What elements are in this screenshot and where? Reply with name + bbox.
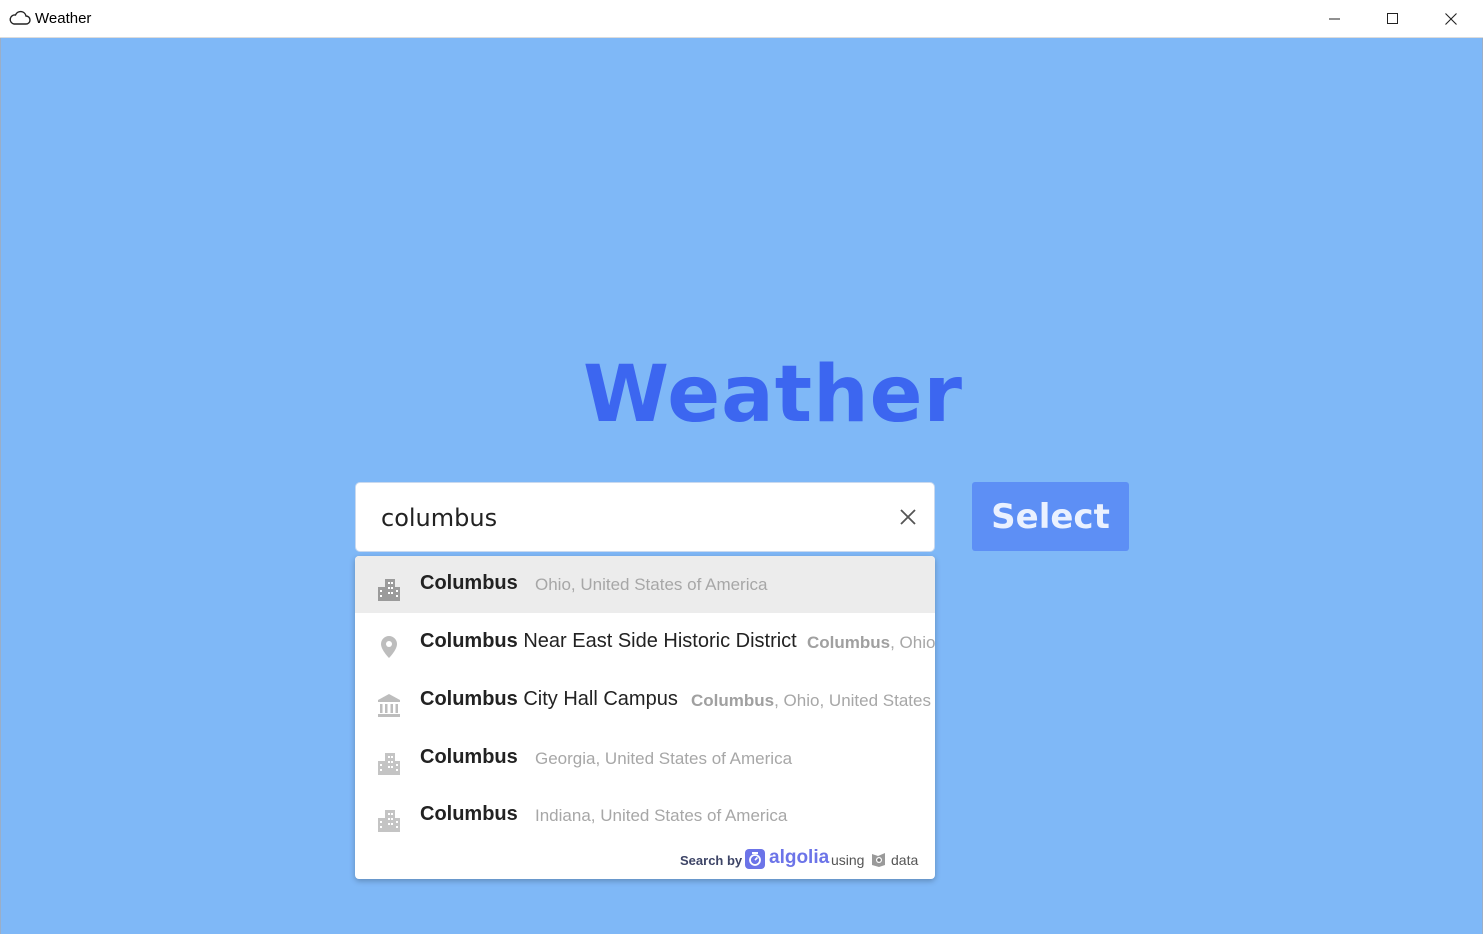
close-icon <box>900 509 916 525</box>
title-bar: Weather <box>0 0 1483 38</box>
suggestion-label: Columbus <box>420 803 518 825</box>
suggestion-detail: Ohio, United States of America <box>535 575 768 594</box>
data-label: data <box>891 852 919 868</box>
suggestions-dropdown: Columbus Ohio, United States of America … <box>355 556 935 879</box>
city-icon <box>378 753 400 775</box>
using-label: using <box>831 852 865 868</box>
suggestion-label: Columbus <box>420 746 518 768</box>
suggestion-label: Columbus Near East Side Historic Distric… <box>420 630 797 652</box>
maximize-icon <box>1387 13 1398 24</box>
weather-logo: Weather <box>583 350 963 440</box>
search-box <box>355 482 935 552</box>
openstreetmap-icon <box>872 853 885 867</box>
suggestion-label: Columbus City Hall Campus <box>420 688 678 710</box>
city-icon <box>378 810 400 832</box>
close-window-button[interactable] <box>1422 0 1480 38</box>
suggestion-item[interactable]: Columbus Ohio, United States of America <box>355 556 935 613</box>
city-icon <box>378 579 400 601</box>
suggestion-detail: Indiana, United States of America <box>535 806 788 825</box>
close-icon <box>1445 13 1457 25</box>
suggestion-detail: Columbus, Ohio, United States <box>691 691 931 710</box>
algolia-logo-icon <box>745 849 765 869</box>
maximize-button[interactable] <box>1364 0 1422 38</box>
search-by-label: Search by <box>680 853 743 868</box>
clear-search-button[interactable] <box>896 505 920 529</box>
suggestion-detail: Columbus, Ohio, <box>807 633 935 652</box>
suggestion-item[interactable]: Columbus Near East Side Historic Distric… <box>355 614 935 671</box>
window-title: Weather <box>35 10 92 27</box>
suggestion-item[interactable]: Columbus City Hall Campus Columbus, Ohio… <box>355 672 935 729</box>
minimize-button[interactable] <box>1306 0 1364 38</box>
suggestion-label: Columbus <box>420 572 518 594</box>
search-input[interactable] <box>381 499 871 537</box>
location-pin-icon <box>381 636 397 658</box>
algolia-wordmark: algolia <box>769 847 830 868</box>
cloud-icon <box>9 10 31 25</box>
window-border-left <box>0 38 1 934</box>
search-attribution: Search by algolia using data <box>355 846 935 874</box>
suggestion-item[interactable]: Columbus Georgia, United States of Ameri… <box>355 730 935 787</box>
select-button[interactable]: Select <box>972 482 1129 551</box>
suggestion-detail: Georgia, United States of America <box>535 749 793 768</box>
suggestion-item[interactable]: Columbus Indiana, United States of Ameri… <box>355 787 935 844</box>
minimize-icon <box>1329 18 1340 20</box>
townhall-icon <box>378 694 400 717</box>
